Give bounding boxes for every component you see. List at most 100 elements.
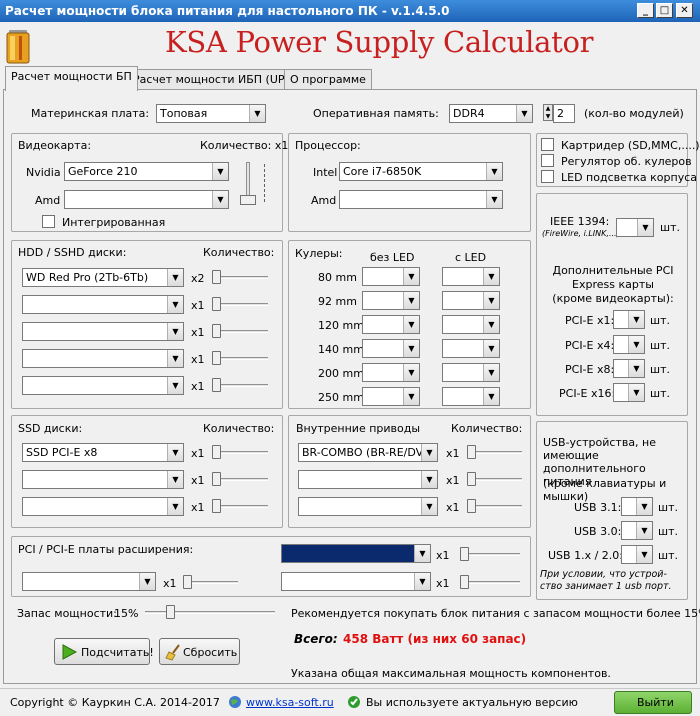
hdd-combo[interactable]: WD Red Pro (2Tb-6Tb) ▼ <box>22 268 184 287</box>
intel-cpu-combo[interactable]: Core i7-6850K ▼ <box>339 162 503 181</box>
cooler-led-combo[interactable]: ▼ <box>442 267 500 286</box>
play-icon <box>62 644 78 660</box>
pcie-x4-combo[interactable]: ▼ <box>613 335 645 354</box>
gpu-qty-slider-thumb[interactable] <box>240 195 256 205</box>
chevron-down-icon: ▼ <box>167 444 183 461</box>
usb20-label: USB 1.x / 2.0: <box>548 549 623 562</box>
amd-gpu-combo[interactable]: ▼ <box>64 190 229 209</box>
nvidia-gpu-combo[interactable]: GeForce 210 ▼ <box>64 162 229 181</box>
integrated-gpu-checkbox[interactable] <box>42 215 55 228</box>
amd-cpu-combo[interactable]: ▼ <box>339 190 503 209</box>
usb31-combo[interactable]: ▼ <box>621 497 653 516</box>
hdd-combo[interactable]: ▼ <box>22 349 184 368</box>
ram-type-combo[interactable]: DDR4 ▼ <box>449 104 533 123</box>
reset-button[interactable]: Сбросить <box>159 638 240 665</box>
pcie-x8-combo[interactable]: ▼ <box>613 359 645 378</box>
pcie-x4-label: PCI-E x4: <box>565 339 615 352</box>
chevron-down-icon: ▼ <box>167 296 183 313</box>
ssd-qty-label: Количество: <box>203 422 275 435</box>
coolers-col-led: с LED <box>455 251 487 264</box>
cooler-noled-combo[interactable]: ▼ <box>362 315 420 334</box>
pcie-x4-unit: шт. <box>650 339 670 352</box>
usb20-combo[interactable]: ▼ <box>621 545 653 564</box>
close-button[interactable]: ✕ <box>676 3 693 18</box>
pci-slider-2[interactable] <box>183 575 238 589</box>
site-link[interactable]: www.ksa-soft.ru <box>246 696 334 709</box>
pcie-x16-combo[interactable]: ▼ <box>613 383 645 402</box>
ssd-qty-slider[interactable] <box>212 445 268 459</box>
chevron-down-icon: ▼ <box>249 105 265 122</box>
ssd-combo[interactable]: SSD PCI-E x8 ▼ <box>22 443 184 462</box>
pcie-x1-combo[interactable]: ▼ <box>613 310 645 329</box>
cooler-led-combo[interactable]: ▼ <box>442 315 500 334</box>
pci-card-combo-2[interactable]: ▼ <box>22 572 156 591</box>
reserve-slider[interactable] <box>145 605 275 619</box>
hdd-qty: x1 <box>191 326 205 339</box>
hdd-qty-slider[interactable] <box>212 324 268 338</box>
chevron-down-icon: ▼ <box>403 364 419 381</box>
drive-combo[interactable]: BR-COMBO (BR-RE/DVD ▼ <box>298 443 438 462</box>
fan-controller-checkbox[interactable] <box>541 154 554 167</box>
ssd-combo[interactable]: ▼ <box>22 497 184 516</box>
ssd-qty-slider[interactable] <box>212 472 268 486</box>
hdd-combo[interactable]: ▼ <box>22 376 184 395</box>
pci-card-combo-3[interactable]: ▼ <box>281 572 431 591</box>
drive-combo[interactable]: ▼ <box>298 470 438 489</box>
drives-title: Внутренние приводы <box>296 422 421 435</box>
cooler-led-combo[interactable]: ▼ <box>442 291 500 310</box>
ieee-sub: (FireWire, i.LINK,...) <box>542 229 620 238</box>
reserve-label: Запас мощности: <box>17 607 117 620</box>
hdd-combo[interactable]: ▼ <box>22 322 184 341</box>
calculate-button[interactable]: Подсчитать! <box>54 638 154 665</box>
pcie-x8-label: PCI-E x8: <box>565 363 615 376</box>
pci-slider-3[interactable] <box>460 575 520 589</box>
cooler-size-label: 200 mm <box>318 367 364 380</box>
cooler-noled-combo[interactable]: ▼ <box>362 363 420 382</box>
hdd-combo[interactable]: ▼ <box>22 295 184 314</box>
hdd-qty-slider[interactable] <box>212 297 268 311</box>
hdd-qty-slider[interactable] <box>212 378 268 392</box>
drive-combo[interactable]: ▼ <box>298 497 438 516</box>
drive-qty: x1 <box>446 501 460 514</box>
tab-ups-calc[interactable]: Расчет мощности ИБП (UPS) <box>127 69 302 90</box>
usb20-unit: шт. <box>658 549 678 562</box>
chevron-down-icon: ▼ <box>403 340 419 357</box>
cooler-noled-combo[interactable]: ▼ <box>362 267 420 286</box>
drive-qty-slider[interactable] <box>467 445 522 459</box>
ssd-qty: x1 <box>191 447 205 460</box>
minimize-button[interactable]: _ <box>637 3 654 18</box>
ram-modules-field[interactable]: 2 <box>553 104 575 123</box>
drive-qty-slider[interactable] <box>467 472 522 486</box>
chevron-down-icon: ▼ <box>636 522 652 539</box>
cooler-led-combo[interactable]: ▼ <box>442 339 500 358</box>
hdd-qty-slider[interactable] <box>212 351 268 365</box>
led-label: LED подсветка корпуса <box>561 171 698 184</box>
cooler-noled-combo[interactable]: ▼ <box>362 387 420 406</box>
led-checkbox[interactable] <box>541 170 554 183</box>
hdd-qty-slider[interactable] <box>212 270 268 284</box>
pci-card-combo-1[interactable]: ▼ <box>281 544 431 563</box>
tab-psu-calc[interactable]: Расчет мощности БП <box>5 66 138 91</box>
cooler-noled-combo[interactable]: ▼ <box>362 339 420 358</box>
chevron-down-icon: ▼ <box>636 546 652 563</box>
ram-modules-spinner[interactable]: ▲ ▼ <box>543 104 553 121</box>
chevron-down-icon: ▼ <box>486 191 502 208</box>
motherboard-combo[interactable]: Топовая ▼ <box>156 104 266 123</box>
ssd-qty-slider[interactable] <box>212 499 268 513</box>
cooler-led-combo[interactable]: ▼ <box>442 387 500 406</box>
cooler-led-combo[interactable]: ▼ <box>442 363 500 382</box>
chevron-down-icon: ▼ <box>212 191 228 208</box>
maximize-button[interactable]: □ <box>656 3 673 18</box>
cooler-noled-combo[interactable]: ▼ <box>362 291 420 310</box>
usb30-combo[interactable]: ▼ <box>621 521 653 540</box>
ssd-combo[interactable]: ▼ <box>22 470 184 489</box>
tab-about[interactable]: О программе <box>284 69 372 90</box>
pci-slider-1[interactable] <box>460 547 520 561</box>
chevron-down-icon: ▼ <box>403 388 419 405</box>
hdd-qty: x1 <box>191 380 205 393</box>
drive-qty-slider[interactable] <box>467 499 522 513</box>
exit-button[interactable]: Выйти <box>614 691 692 714</box>
ieee-combo[interactable]: ▼ <box>616 218 654 237</box>
chevron-down-icon: ▼ <box>421 444 437 461</box>
cardreader-checkbox[interactable] <box>541 138 554 151</box>
